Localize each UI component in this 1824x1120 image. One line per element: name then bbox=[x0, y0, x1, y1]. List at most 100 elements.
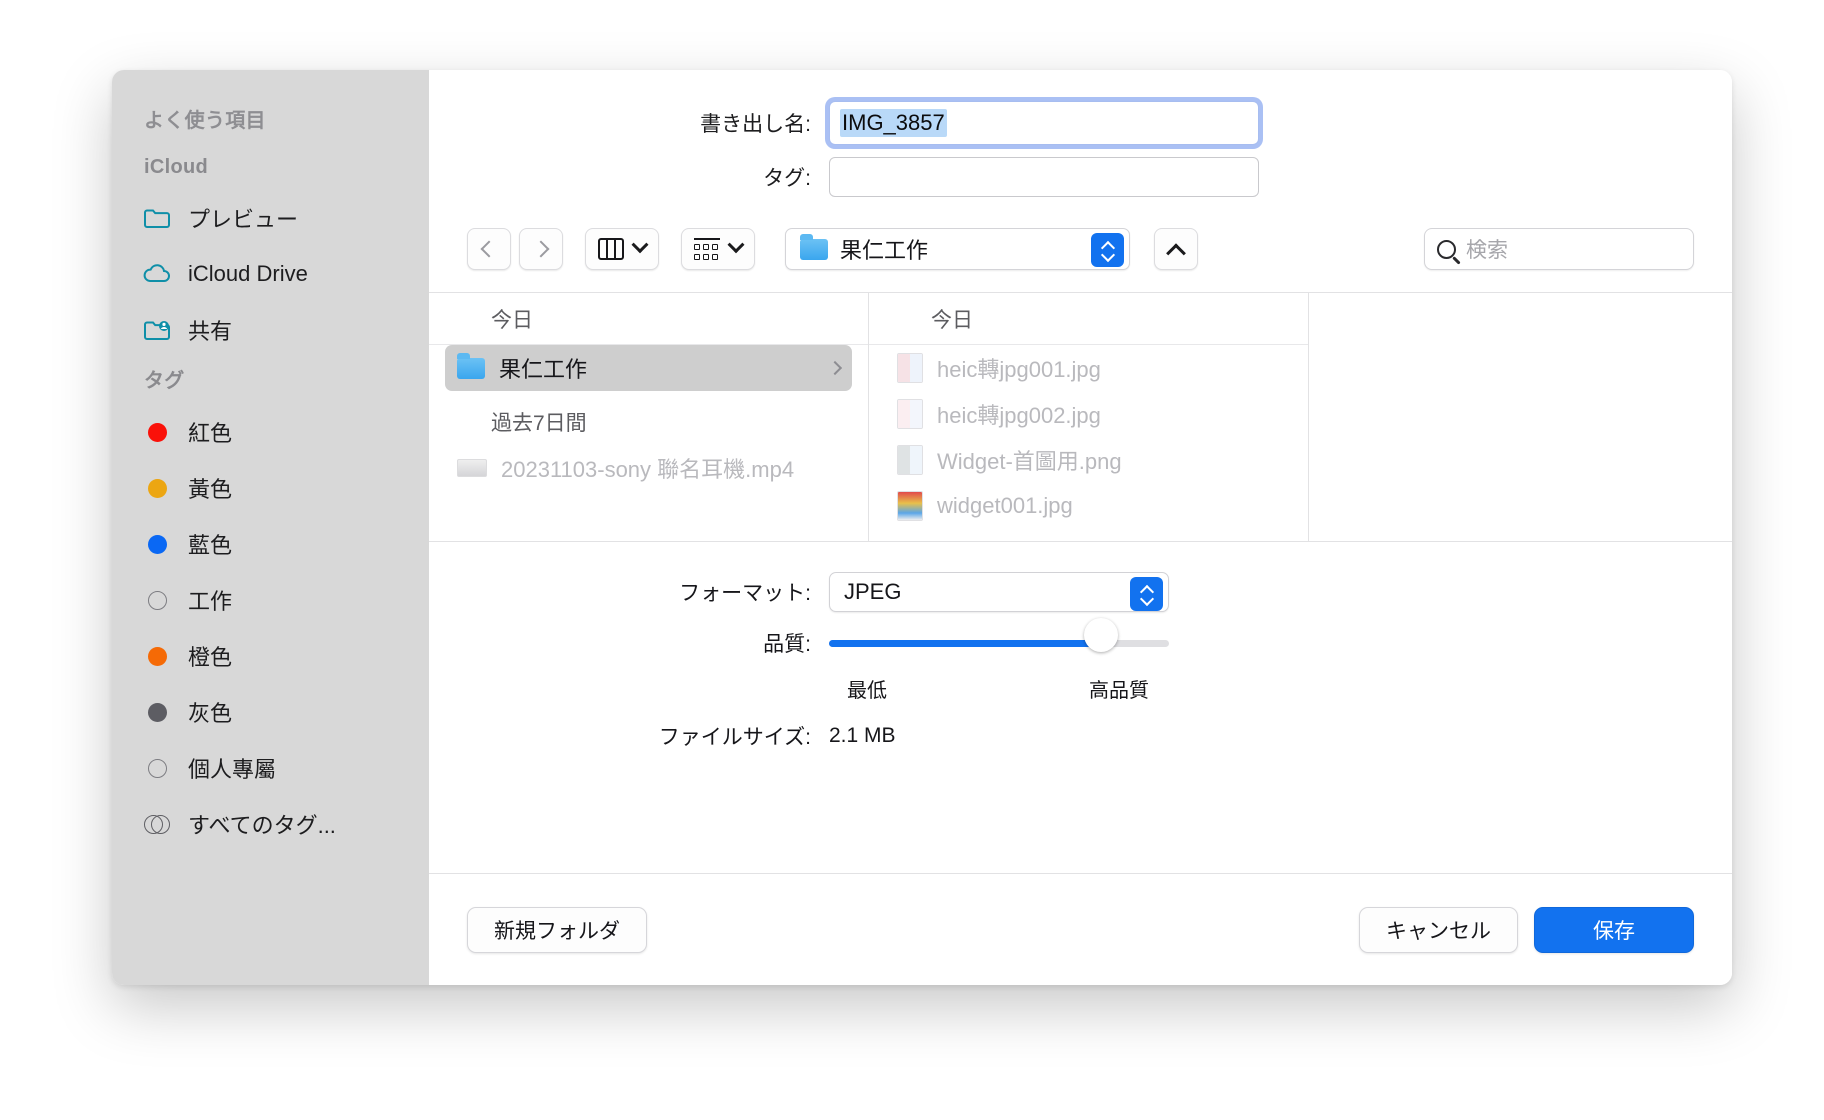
search-placeholder: 検索 bbox=[1466, 239, 1508, 262]
tags-input[interactable] bbox=[829, 157, 1259, 197]
column-view-icon bbox=[598, 238, 624, 260]
browser-column-3 bbox=[1309, 293, 1732, 541]
quality-row: 品質: bbox=[429, 618, 1732, 658]
list-item[interactable]: widget001.jpg bbox=[885, 483, 1292, 529]
sidebar-item-all-tags[interactable]: すべてのタグ... bbox=[112, 796, 429, 852]
destination-folder-popup[interactable]: 果仁工作 bbox=[785, 228, 1130, 270]
main-pane: 書き出し名: IMG_3857 タグ: 果仁工作 検索 今日 果仁工作 過去7日… bbox=[429, 70, 1732, 985]
sidebar-item-label: 黃色 bbox=[188, 477, 233, 502]
sidebar-item-tag-orange[interactable]: 橙色 bbox=[112, 628, 429, 684]
all-tags-icon bbox=[142, 809, 172, 839]
sidebar-section-favorites-title: よく使う項目 bbox=[144, 110, 266, 132]
screen-root: よく使う項目 iCloud プレビュー iCloud Drive 共有 タグ 紅… bbox=[0, 0, 1824, 1120]
movie-thumb-icon bbox=[457, 459, 487, 477]
group-by-button[interactable] bbox=[681, 228, 755, 270]
format-value: JPEG bbox=[844, 579, 902, 604]
cancel-button[interactable]: キャンセル bbox=[1359, 906, 1518, 953]
sidebar-item-icloud-drive[interactable]: iCloud Drive bbox=[112, 246, 429, 302]
up-down-stepper-icon[interactable] bbox=[1130, 577, 1163, 611]
chevron-down-icon bbox=[631, 236, 649, 254]
slider-thumb[interactable] bbox=[1084, 618, 1118, 652]
save-button[interactable]: 保存 bbox=[1534, 906, 1694, 953]
sidebar-item-label: 共有 bbox=[188, 319, 233, 344]
image-thumb-icon bbox=[897, 353, 923, 383]
sidebar-item-tag-red[interactable]: 紅色 bbox=[112, 404, 429, 460]
nav-buttons bbox=[467, 228, 563, 270]
image-thumb-icon bbox=[897, 399, 923, 429]
quality-slider[interactable] bbox=[829, 618, 1169, 655]
sidebar-item-tag-yellow[interactable]: 黃色 bbox=[112, 460, 429, 516]
enclosing-folder-button[interactable] bbox=[1154, 228, 1198, 270]
tag-dot-icon bbox=[142, 417, 172, 447]
chevron-right-icon bbox=[827, 360, 843, 376]
tag-dot-icon bbox=[142, 641, 172, 671]
form-area: 書き出し名: IMG_3857 タグ: bbox=[429, 70, 1732, 218]
sidebar-item-tag-personal[interactable]: 個人專屬 bbox=[112, 740, 429, 796]
sidebar-item-tag-blue[interactable]: 藍色 bbox=[112, 516, 429, 572]
sidebar-item-label: iCloud Drive bbox=[188, 261, 308, 286]
list-item[interactable]: 果仁工作 bbox=[445, 345, 852, 391]
sidebar-item-label: 橙色 bbox=[188, 645, 233, 670]
grid-view-icon bbox=[694, 238, 720, 260]
browser-column-2: 今日 heic轉jpg001.jpg heic轉jpg002.jpg Widge… bbox=[869, 293, 1309, 541]
sidebar-item-label: プレビュー bbox=[188, 207, 299, 232]
quality-scale-labels: 最低 高品質 bbox=[829, 674, 1149, 703]
tag-dot-icon bbox=[142, 697, 172, 727]
format-select[interactable]: JPEG bbox=[829, 572, 1169, 612]
file-name: Widget-首圖用.png bbox=[937, 449, 1122, 474]
view-mode-button[interactable] bbox=[585, 228, 659, 270]
forward-button[interactable] bbox=[519, 228, 563, 270]
sidebar-item-shared[interactable]: 共有 bbox=[112, 302, 429, 358]
export-name-label: 書き出し名: bbox=[700, 113, 811, 136]
back-button[interactable] bbox=[467, 228, 511, 270]
export-name-row: 書き出し名: IMG_3857 bbox=[429, 96, 1732, 150]
sidebar-item-tag-work[interactable]: 工作 bbox=[112, 572, 429, 628]
save-export-dialog: よく使う項目 iCloud プレビュー iCloud Drive 共有 タグ 紅… bbox=[112, 70, 1732, 985]
sidebar-section-icloud-title: iCloud bbox=[144, 156, 209, 178]
new-folder-button[interactable]: 新規フォルダ bbox=[467, 906, 647, 953]
export-name-value: IMG_3857 bbox=[840, 109, 947, 137]
list-item[interactable]: 20231103-sony 聯名耳機.mp4 bbox=[445, 445, 852, 491]
chevron-down-icon bbox=[727, 236, 745, 254]
tag-dot-icon bbox=[142, 529, 172, 559]
sidebar-item-tag-gray[interactable]: 灰色 bbox=[112, 684, 429, 740]
slider-fill bbox=[829, 639, 1101, 647]
sidebar-item-preview[interactable]: プレビュー bbox=[112, 190, 429, 246]
file-name: heic轉jpg002.jpg bbox=[937, 403, 1101, 428]
tag-dot-hollow-icon bbox=[142, 753, 172, 783]
chevron-left-icon bbox=[480, 240, 498, 258]
file-name: 果仁工作 bbox=[499, 357, 588, 382]
up-down-stepper-icon[interactable] bbox=[1091, 233, 1124, 267]
column-header-today: 今日 bbox=[429, 293, 868, 345]
search-icon bbox=[1437, 239, 1456, 259]
cloud-icon bbox=[142, 259, 172, 289]
quality-min-label: 最低 bbox=[847, 680, 887, 702]
search-field[interactable]: 検索 bbox=[1424, 228, 1694, 270]
filesize-label: ファイルサイズ: bbox=[658, 726, 811, 749]
quality-label: 品質: bbox=[763, 633, 811, 656]
chevron-up-icon bbox=[1166, 243, 1186, 264]
folder-icon bbox=[800, 233, 828, 260]
filesize-row: ファイルサイズ: 2.1 MB bbox=[429, 721, 1732, 751]
format-label: フォーマット: bbox=[679, 582, 811, 605]
tag-dot-hollow-icon bbox=[142, 585, 172, 615]
list-item[interactable]: heic轉jpg002.jpg bbox=[885, 391, 1292, 437]
list-item[interactable]: Widget-首圖用.png bbox=[885, 437, 1292, 483]
sidebar-section-tags-title: タグ bbox=[144, 370, 185, 392]
format-row: フォーマット: JPEG bbox=[429, 572, 1732, 612]
sidebar-item-label: 工作 bbox=[188, 589, 233, 614]
column-header-today: 今日 bbox=[869, 293, 1308, 345]
navigation-toolbar: 果仁工作 検索 bbox=[429, 218, 1732, 292]
sidebar: よく使う項目 iCloud プレビュー iCloud Drive 共有 タグ 紅… bbox=[112, 70, 429, 985]
sidebar-item-label: 灰色 bbox=[188, 701, 233, 726]
tag-dot-icon bbox=[142, 473, 172, 503]
list-item[interactable]: heic轉jpg001.jpg bbox=[885, 345, 1292, 391]
file-name: 20231103-sony 聯名耳機.mp4 bbox=[501, 457, 795, 482]
chevron-right-icon bbox=[532, 240, 550, 258]
export-name-input[interactable]: IMG_3857 bbox=[829, 101, 1259, 145]
tags-row: タグ: bbox=[429, 150, 1732, 204]
destination-folder-name: 果仁工作 bbox=[840, 238, 929, 263]
dialog-footer: 新規フォルダ キャンセル 保存 bbox=[429, 873, 1732, 985]
folder-icon bbox=[457, 352, 485, 379]
file-browser: 今日 果仁工作 過去7日間 20231103-sony 聯名耳機.mp4 今日 bbox=[429, 292, 1732, 542]
